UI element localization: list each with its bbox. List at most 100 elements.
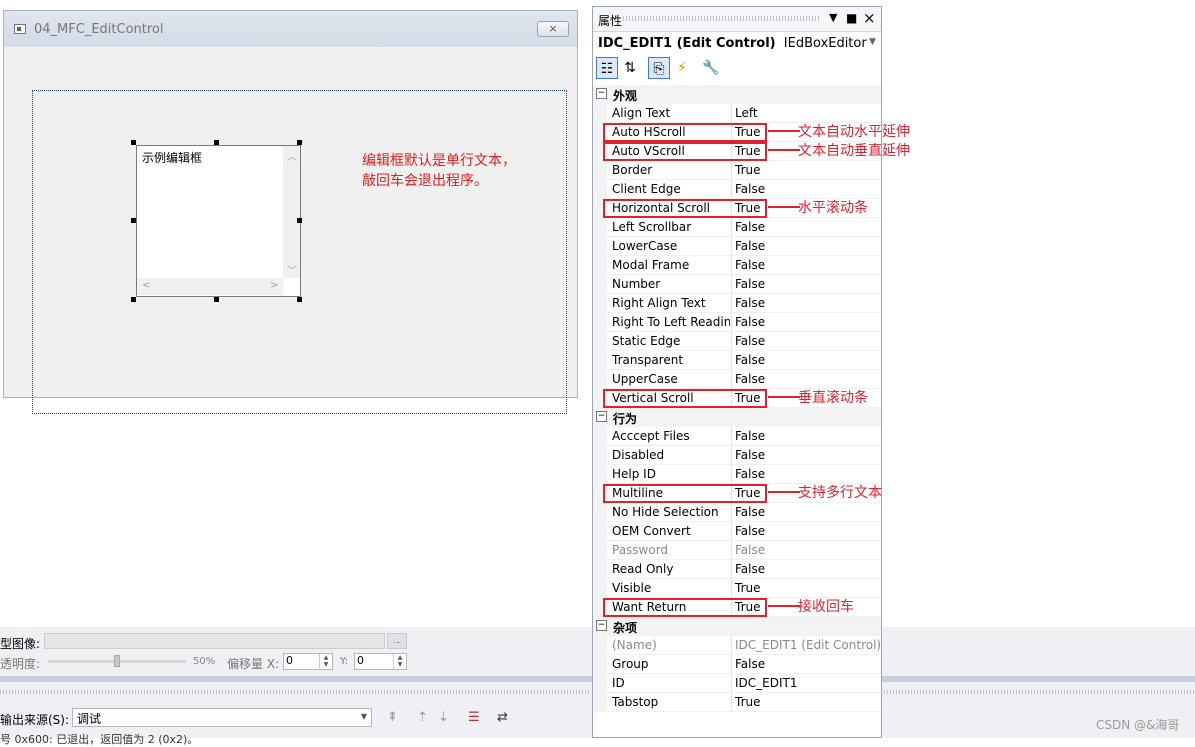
property-value[interactable]: False [735, 315, 765, 329]
property-row[interactable]: Static Edge False [593, 332, 881, 351]
property-row[interactable]: Tabstop True [593, 693, 881, 712]
property-row[interactable]: Transparent False [593, 351, 881, 370]
resize-handle[interactable] [214, 140, 219, 145]
property-row[interactable]: Password False [593, 541, 881, 560]
edit-vertical-scrollbar[interactable]: ︿ ﹀ [283, 146, 300, 278]
maximize-icon[interactable]: ■ [846, 11, 857, 25]
offset-x-input[interactable]: 0 ▲ ▼ [283, 653, 333, 670]
events-lightning-icon[interactable]: ⚡ [671, 57, 693, 79]
property-name: Right To Left Readin [612, 315, 730, 329]
output-panel-grip[interactable] [884, 690, 1195, 694]
property-value[interactable]: False [735, 296, 765, 310]
resize-handle[interactable] [131, 297, 136, 302]
property-row[interactable]: Right Align Text False [593, 294, 881, 313]
property-value[interactable]: False [735, 353, 765, 367]
close-icon[interactable]: × [863, 9, 876, 27]
property-row[interactable]: Number False [593, 275, 881, 294]
property-row[interactable]: Group False [593, 655, 881, 674]
property-value[interactable]: False [735, 505, 765, 519]
property-value[interactable]: False [735, 182, 765, 196]
property-row[interactable]: LowerCase False [593, 237, 881, 256]
property-name: UpperCase [612, 372, 678, 386]
property-value[interactable]: False [735, 524, 765, 538]
offset-y-input[interactable]: 0 ▲ ▼ [354, 653, 407, 670]
property-value[interactable]: False [735, 543, 765, 557]
property-value[interactable]: False [735, 372, 765, 386]
resize-handle[interactable] [214, 297, 219, 302]
property-value[interactable]: False [735, 429, 765, 443]
property-category[interactable]: − 行为 [593, 408, 881, 427]
word-wrap-icon[interactable]: ⇄ [497, 710, 508, 725]
chevron-down-icon[interactable]: ▼ [361, 712, 367, 721]
property-value[interactable]: False [735, 448, 765, 462]
property-category[interactable]: − 外观 [593, 85, 881, 104]
property-value[interactable]: True [735, 581, 761, 595]
image-path-field[interactable] [44, 633, 385, 649]
chevron-down-icon[interactable]: ▼ [869, 37, 876, 47]
row-gutter [593, 541, 607, 560]
find-message-icon[interactable]: ⇞ [387, 710, 398, 725]
object-id: IDC_EDIT1 (Edit Control) [598, 36, 776, 51]
property-value[interactable]: Left [735, 106, 758, 120]
dropdown-arrow-icon[interactable]: ▼ [829, 11, 837, 24]
scroll-right-arrow-icon[interactable]: > [270, 280, 278, 291]
offset-x-value: 0 [286, 654, 293, 667]
transparency-slider-thumb[interactable] [114, 655, 120, 667]
output-source-select[interactable]: 调试 ▼ [72, 708, 372, 727]
property-row[interactable]: No Hide Selection False [593, 503, 881, 522]
property-row[interactable]: Border True [593, 161, 881, 180]
resize-handle[interactable] [297, 140, 302, 145]
scroll-down-arrow-icon[interactable]: ﹀ [287, 262, 297, 277]
output-panel-grip[interactable] [0, 690, 590, 694]
property-value[interactable]: False [735, 277, 765, 291]
edit-horizontal-scrollbar[interactable]: < > [137, 278, 283, 295]
categorized-view-icon[interactable]: ☷ [596, 57, 618, 79]
property-row[interactable]: Disabled False [593, 446, 881, 465]
next-message-icon[interactable]: ⇣ [438, 710, 449, 725]
collapse-toggle-icon[interactable]: − [596, 411, 607, 422]
property-row[interactable]: Modal Frame False [593, 256, 881, 275]
dialog-close-button[interactable]: × [537, 21, 569, 37]
resize-handle[interactable] [131, 140, 136, 145]
property-value[interactable]: False [735, 334, 765, 348]
resize-handle[interactable] [297, 297, 302, 302]
property-value[interactable]: False [735, 657, 765, 671]
annotation-arrow-line [768, 130, 800, 132]
property-value[interactable]: False [735, 220, 765, 234]
spin-updown-icon[interactable]: ▲ ▼ [393, 654, 406, 669]
clear-all-icon[interactable]: ☰ [468, 710, 480, 725]
property-row[interactable]: OEM Convert False [593, 522, 881, 541]
resize-handle[interactable] [131, 218, 136, 223]
scroll-up-arrow-icon[interactable]: ︿ [287, 148, 297, 163]
property-row[interactable]: (Name) IDC_EDIT1 (Edit Control) [593, 636, 881, 655]
property-value[interactable]: IDC_EDIT1 [735, 676, 797, 690]
spin-updown-icon[interactable]: ▲ ▼ [319, 654, 332, 669]
alphabetical-sort-icon[interactable]: ⇅ [619, 57, 641, 79]
property-value[interactable]: False [735, 239, 765, 253]
properties-view-icon[interactable]: ⎘ [648, 57, 670, 79]
property-value[interactable]: IDC_EDIT1 (Edit Control) [735, 638, 881, 652]
property-row[interactable]: Left Scrollbar False [593, 218, 881, 237]
row-gutter [593, 104, 607, 123]
property-value[interactable]: False [735, 258, 765, 272]
property-value[interactable]: True [735, 163, 761, 177]
property-category[interactable]: − 杂项 [593, 617, 881, 636]
scroll-left-arrow-icon[interactable]: < [142, 280, 150, 291]
property-row[interactable]: Right To Left Readin False [593, 313, 881, 332]
property-row[interactable]: Read Only False [593, 560, 881, 579]
collapse-toggle-icon[interactable]: − [596, 620, 607, 631]
resize-handle[interactable] [297, 218, 302, 223]
panel-drag-grip[interactable] [623, 16, 819, 21]
property-row[interactable]: ID IDC_EDIT1 [593, 674, 881, 693]
browse-button[interactable]: ... [387, 633, 407, 649]
collapse-toggle-icon[interactable]: − [596, 88, 607, 99]
previous-message-icon[interactable]: ⇡ [417, 710, 428, 725]
sample-edit-control[interactable]: 示例编辑框 ︿ ﹀ < > [136, 145, 301, 297]
object-selector[interactable]: IDC_EDIT1 (Edit Control) IEdBoxEditor [598, 36, 867, 51]
property-pages-wrench-icon[interactable]: 🔧 [700, 57, 722, 79]
row-gutter [593, 674, 607, 693]
property-row[interactable]: Acccept Files False [593, 427, 881, 446]
property-value[interactable]: True [735, 695, 761, 709]
property-value[interactable]: False [735, 467, 765, 481]
property-value[interactable]: False [735, 562, 765, 576]
